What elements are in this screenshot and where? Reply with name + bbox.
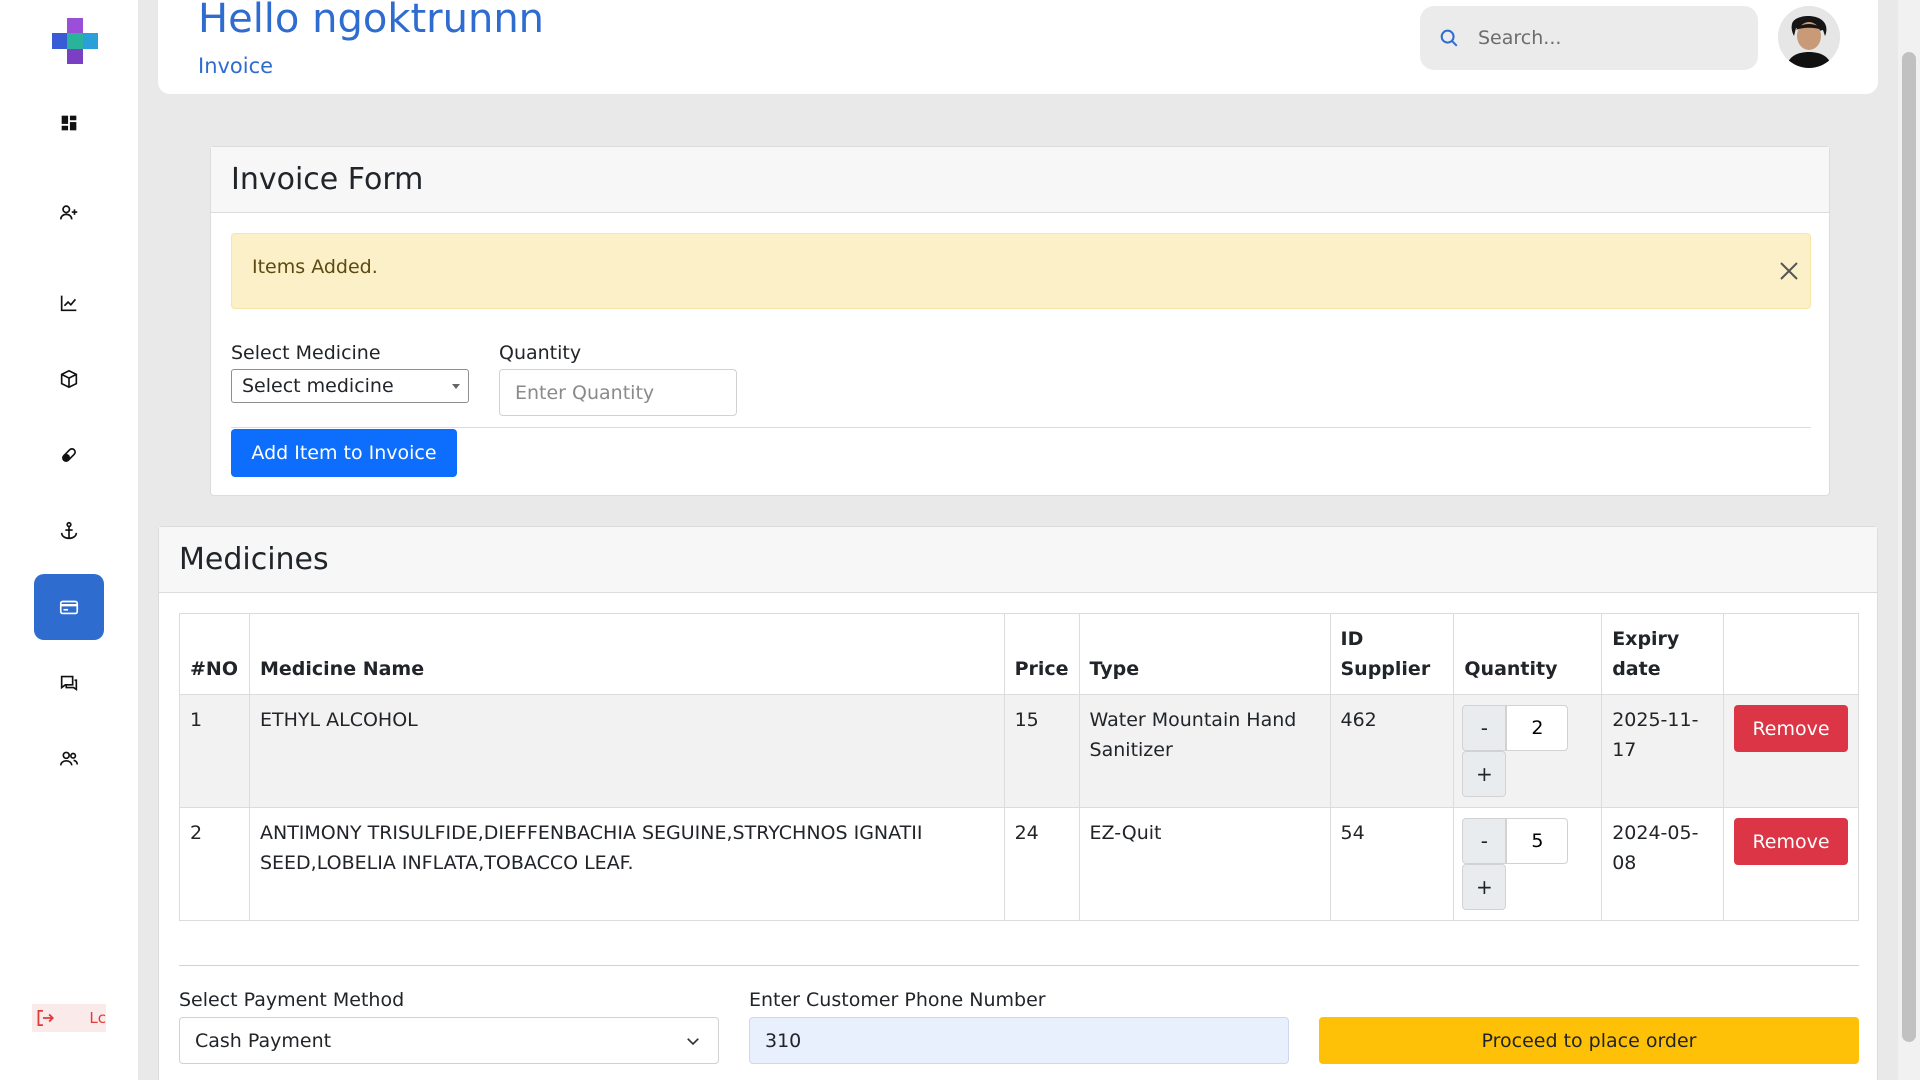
sidebar-item-messages[interactable]	[34, 650, 104, 716]
row-supplier: 462	[1329, 694, 1455, 808]
form-divider	[231, 427, 1811, 428]
checkout-divider	[179, 965, 1859, 966]
sidebar-item-add-user[interactable]	[34, 180, 104, 246]
medicines-title: Medicines	[179, 542, 329, 577]
sidebar-item-dashboard[interactable]	[34, 90, 104, 156]
row-actions: Remove	[1723, 807, 1859, 921]
avatar[interactable]	[1778, 6, 1840, 68]
row-type: EZ-Quit	[1078, 807, 1331, 921]
sidebar-item-inventory[interactable]	[34, 346, 104, 412]
medicines-card: Medicines #NO Medicine Name Price Type I…	[158, 526, 1878, 1080]
row-expiry: 2024-05-08	[1601, 807, 1724, 921]
col-no: #NO	[179, 613, 250, 695]
col-quantity: Quantity	[1453, 613, 1603, 695]
col-price: Price	[1003, 613, 1080, 695]
breadcrumb[interactable]: Invoice	[198, 54, 273, 78]
sidebar-item-supplier[interactable]	[34, 498, 104, 564]
chevron-down-icon	[687, 1038, 699, 1046]
users-icon	[59, 751, 79, 766]
select-medicine-label: Select Medicine	[231, 342, 381, 364]
sidebar-item-users[interactable]	[34, 726, 104, 792]
alert-message: Items Added.	[252, 256, 378, 278]
row-name: ETHYL ALCOHOL	[248, 694, 1005, 808]
logout-button[interactable]: Lc	[32, 1004, 106, 1032]
sidebar-item-analytics[interactable]	[34, 270, 104, 336]
proceed-button[interactable]: Proceed to place order	[1319, 1017, 1859, 1064]
increment-button[interactable]: +	[1462, 864, 1507, 910]
scrollbar-thumb[interactable]	[1902, 52, 1916, 1042]
row-name: ANTIMONY TRISULFIDE,DIEFFENBACHIA SEGUIN…	[248, 807, 1005, 921]
row-quantity: - +	[1453, 807, 1603, 921]
quantity-field[interactable]	[1506, 818, 1569, 864]
payment-method-label: Select Payment Method	[179, 989, 405, 1011]
quantity-input[interactable]	[499, 369, 737, 416]
add-user-icon	[59, 205, 78, 220]
row-no: 1	[179, 694, 250, 808]
search-bar[interactable]	[1420, 6, 1758, 70]
col-type: Type	[1078, 613, 1331, 695]
card-icon	[59, 600, 79, 615]
col-actions	[1723, 613, 1859, 695]
sidebar-item-invoice[interactable]	[34, 574, 104, 640]
logo-icon[interactable]	[50, 16, 100, 66]
col-name: Medicine Name	[248, 613, 1005, 695]
row-supplier: 54	[1329, 807, 1455, 921]
row-quantity: - +	[1453, 694, 1603, 808]
row-expiry: 2025-11-17	[1601, 694, 1724, 808]
search-icon	[1440, 29, 1458, 47]
select-medicine-dropdown[interactable]: Select medicine	[231, 369, 469, 403]
page-greeting: Hello ngoktrunnn	[198, 0, 545, 42]
row-no: 2	[179, 807, 250, 921]
select-medicine-value: Select medicine	[242, 375, 394, 397]
payment-method-select[interactable]: Cash Payment	[179, 1017, 719, 1064]
add-item-button[interactable]: Add Item to Invoice	[231, 429, 457, 477]
row-price: 24	[1003, 807, 1080, 921]
chat-icon	[60, 675, 78, 691]
remove-button[interactable]: Remove	[1734, 818, 1848, 865]
col-supplier: ID Supplier	[1329, 613, 1455, 695]
quantity-field[interactable]	[1506, 705, 1569, 751]
caret-down-icon	[452, 384, 460, 389]
col-expiry: Expiry date	[1601, 613, 1724, 695]
decrement-button[interactable]: -	[1462, 818, 1507, 864]
table-row: 1 ETHYL ALCOHOL 15 Water Mountain Hand S…	[179, 694, 1859, 808]
search-input[interactable]	[1478, 27, 1738, 49]
medicines-table: #NO Medicine Name Price Type ID Supplier…	[179, 613, 1859, 921]
remove-button[interactable]: Remove	[1734, 705, 1848, 752]
sidebar-item-medicine[interactable]	[34, 422, 104, 488]
logout-icon	[37, 1009, 54, 1027]
invoice-form-header: Invoice Form	[211, 147, 1829, 213]
phone-input[interactable]	[749, 1017, 1289, 1064]
row-type: Water Mountain Hand Sanitizer	[1078, 694, 1331, 808]
invoice-form-title: Invoice Form	[231, 162, 424, 197]
invoice-form-card: Invoice Form Items Added. Select Medicin…	[210, 146, 1830, 496]
row-actions: Remove	[1723, 694, 1859, 808]
success-alert: Items Added.	[231, 233, 1811, 309]
table-row: 2 ANTIMONY TRISULFIDE,DIEFFENBACHIA SEGU…	[179, 807, 1859, 921]
pill-icon	[62, 448, 76, 462]
increment-button[interactable]: +	[1462, 751, 1507, 797]
table-header-row: #NO Medicine Name Price Type ID Supplier…	[179, 613, 1859, 695]
chart-icon	[60, 295, 77, 312]
box-icon	[60, 369, 78, 389]
phone-label: Enter Customer Phone Number	[749, 989, 1046, 1011]
top-header: Hello ngoktrunnn Invoice	[158, 0, 1878, 94]
medicines-header: Medicines	[159, 527, 1877, 593]
sidebar: Lc	[0, 0, 138, 1080]
decrement-button[interactable]: -	[1462, 705, 1507, 751]
logout-label: Lc	[89, 1009, 106, 1027]
dashboard-icon	[61, 115, 77, 131]
anchor-icon	[60, 521, 78, 540]
close-icon[interactable]	[1772, 254, 1806, 288]
payment-method-value: Cash Payment	[195, 1029, 332, 1052]
quantity-label: Quantity	[499, 342, 582, 364]
row-price: 15	[1003, 694, 1080, 808]
